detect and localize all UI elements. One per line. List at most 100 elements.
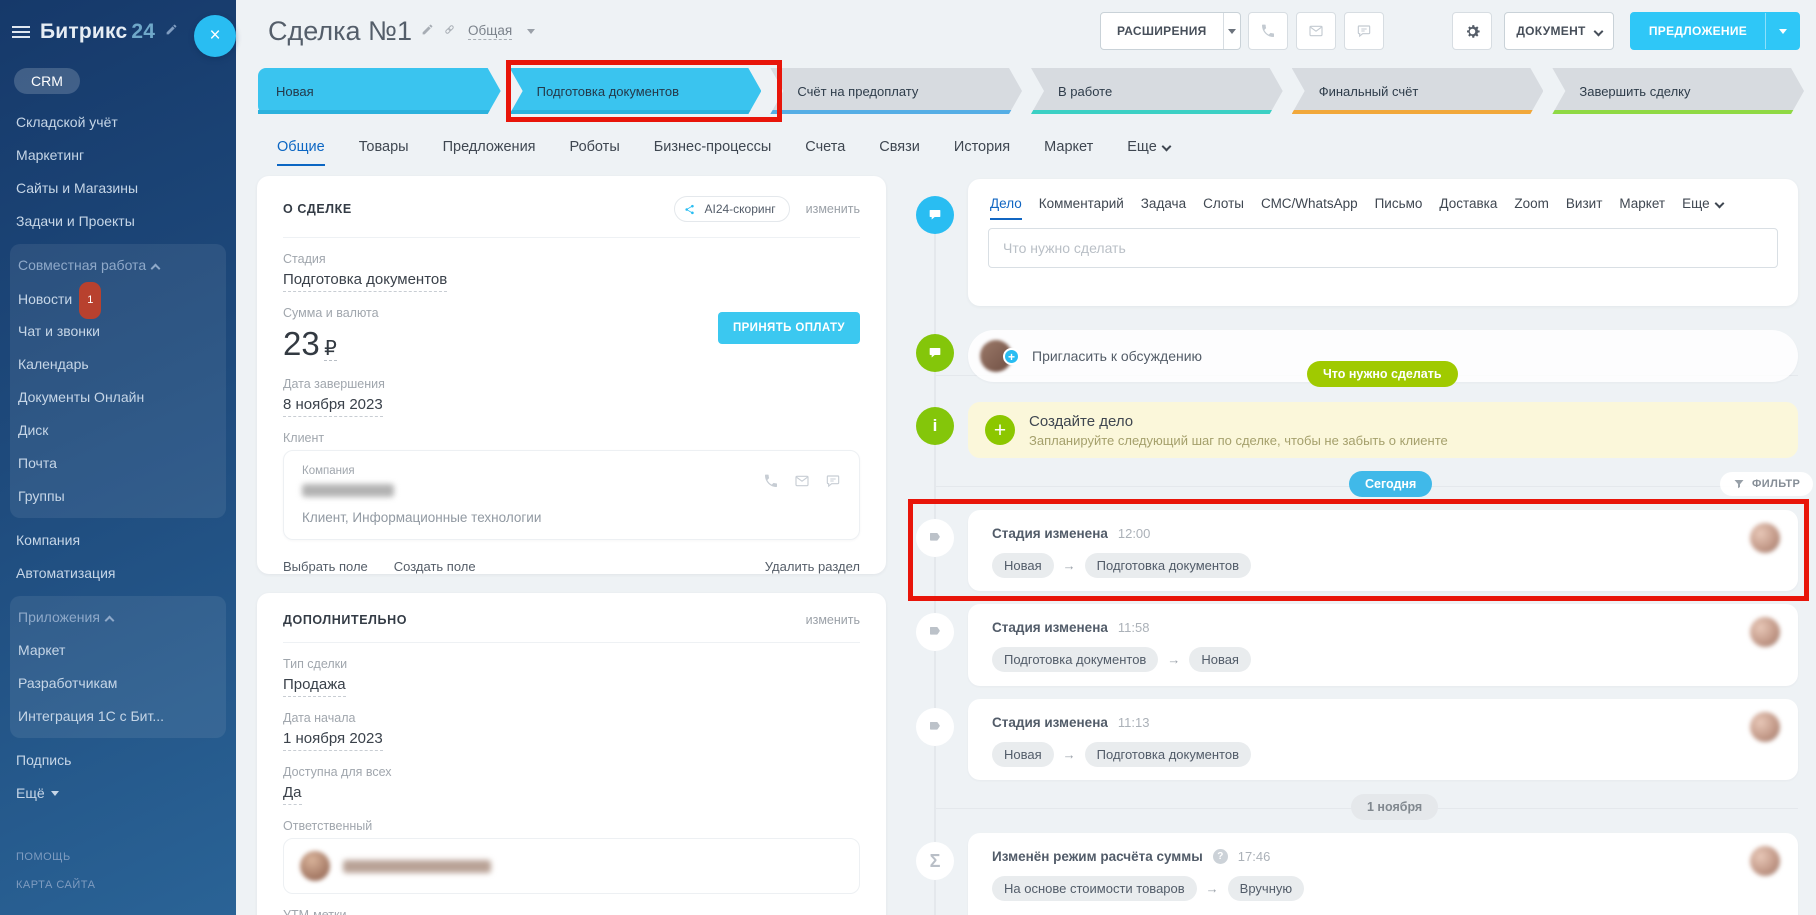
- sidebar-item-calendar[interactable]: Календарь: [10, 348, 226, 381]
- start-date-value[interactable]: 1 ноября 2023: [283, 730, 383, 751]
- timeline-tab-visit[interactable]: Визит: [1566, 196, 1602, 211]
- available-for-all-value[interactable]: Да: [283, 784, 302, 805]
- tab-invoices[interactable]: Счета: [805, 139, 845, 155]
- help-icon[interactable]: ?: [1212, 849, 1228, 864]
- client-call-icon[interactable]: [763, 473, 779, 494]
- sidebar-item-company[interactable]: Компания: [0, 524, 236, 557]
- timeline-tab-letter[interactable]: Письмо: [1375, 196, 1423, 211]
- call-button[interactable]: [1248, 12, 1288, 50]
- settings-button[interactable]: [1452, 12, 1492, 50]
- tab-more[interactable]: Еще: [1127, 139, 1172, 155]
- timeline-tab-delivery[interactable]: Доставка: [1439, 196, 1497, 211]
- timeline-entry[interactable]: Стадия изменена 12:00 Новая → Подготовка…: [968, 510, 1798, 591]
- tab-relations[interactable]: Связи: [879, 139, 920, 155]
- create-field-link[interactable]: Создать поле: [394, 559, 476, 574]
- responsible-card[interactable]: [283, 838, 860, 894]
- timeline-tab-market[interactable]: Маркет: [1619, 196, 1665, 211]
- collapse-sidebar-button[interactable]: ×: [194, 15, 236, 57]
- proposal-dropdown[interactable]: [1765, 13, 1799, 49]
- tab-quotes[interactable]: Предложения: [443, 139, 536, 155]
- extensions-button[interactable]: РАСШИРЕНИЯ: [1100, 12, 1241, 50]
- add-user-icon: +: [1003, 348, 1020, 365]
- timeline-entry[interactable]: Стадия изменена 11:13 Новая → Подготовка…: [968, 699, 1798, 780]
- timeline-entry[interactable]: Стадия изменена 11:58 Подготовка докумен…: [968, 604, 1798, 686]
- sidebar-item-automation[interactable]: Автоматизация: [0, 557, 236, 590]
- tab-general[interactable]: Общие: [277, 139, 325, 166]
- company-name-blurred[interactable]: [302, 484, 394, 497]
- client-chat-icon[interactable]: [825, 473, 841, 494]
- sidebar-item-sites[interactable]: Сайты и Магазины: [0, 172, 236, 205]
- copy-link-icon[interactable]: [443, 23, 456, 41]
- todo-pill[interactable]: Что нужно сделать: [1307, 361, 1458, 387]
- sidebar-item-news[interactable]: Новости 1: [10, 282, 226, 319]
- sidebar-sitemap-link[interactable]: КАРТА САЙТА: [16, 879, 95, 891]
- deal-type-value[interactable]: Продажа: [283, 676, 346, 697]
- edit-additional-link[interactable]: изменить: [806, 613, 860, 627]
- timeline-tab-zoom[interactable]: Zoom: [1514, 196, 1549, 211]
- sidebar-item-docs[interactable]: Документы Онлайн: [10, 381, 226, 414]
- funnel-selector[interactable]: Общая: [468, 23, 513, 40]
- stage-close-deal[interactable]: Завершить сделку: [1552, 68, 1804, 114]
- stage-change-icon: [916, 519, 954, 557]
- sidebar-item-more[interactable]: Ещё: [0, 777, 236, 810]
- sidebar-item-market[interactable]: Маркет: [10, 634, 226, 667]
- sidebar-item-groups[interactable]: Группы: [10, 480, 226, 513]
- timeline-tab-slots[interactable]: Слоты: [1203, 196, 1244, 211]
- sidebar-item-1c-integration[interactable]: Интеграция 1С с Бит...: [10, 700, 226, 733]
- timeline-entry[interactable]: Изменён режим расчёта суммы ? 17:46 На о…: [968, 833, 1798, 915]
- close-date-value[interactable]: 8 ноября 2023: [283, 396, 383, 417]
- timeline-tab-more[interactable]: Еще: [1682, 196, 1725, 211]
- timeline-tab-activity[interactable]: Дело: [990, 196, 1022, 220]
- client-description: Клиент, Информационные технологии: [302, 510, 542, 525]
- sidebar-item-sign[interactable]: Подпись: [0, 744, 236, 777]
- sidebar-item-developers[interactable]: Разработчикам: [10, 667, 226, 700]
- accept-payment-button[interactable]: ПРИНЯТЬ ОПЛАТУ: [717, 311, 860, 344]
- sidebar-item-crm[interactable]: CRM: [14, 68, 80, 94]
- sidebar-item-warehouse[interactable]: Складской учёт: [0, 106, 236, 139]
- remove-section-link[interactable]: Удалить раздел: [765, 559, 860, 574]
- client-mail-icon[interactable]: [794, 473, 810, 494]
- entry-title: Стадия изменена: [992, 620, 1108, 635]
- stage-field-value[interactable]: Подготовка документов: [283, 271, 448, 292]
- sidebar-item-drive[interactable]: Диск: [10, 414, 226, 447]
- sidebar-help-link[interactable]: ПОМОЩЬ: [16, 851, 95, 863]
- sidebar-group-apps-header[interactable]: Приложения: [10, 601, 226, 634]
- sidebar-item-marketing[interactable]: Маркетинг: [0, 139, 236, 172]
- tab-history[interactable]: История: [954, 139, 1010, 155]
- edit-title-icon[interactable]: [421, 23, 434, 41]
- stage-document-preparation[interactable]: Подготовка документов: [510, 68, 762, 114]
- select-field-link[interactable]: Выбрать поле: [283, 559, 368, 574]
- stage-final-invoice[interactable]: Финальный счёт: [1292, 68, 1544, 114]
- tab-market[interactable]: Маркет: [1044, 139, 1093, 155]
- available-for-all-label: Доступна для всех: [283, 765, 392, 779]
- timeline-tab-comment[interactable]: Комментарий: [1039, 196, 1124, 211]
- stage-in-progress[interactable]: В работе: [1031, 68, 1283, 114]
- currency-symbol[interactable]: ₽: [324, 338, 337, 361]
- add-activity-button[interactable]: +: [985, 415, 1015, 445]
- stage-new[interactable]: Новая: [258, 68, 501, 114]
- email-button[interactable]: [1296, 12, 1336, 50]
- chat-button[interactable]: [1344, 12, 1384, 50]
- todo-input[interactable]: [988, 228, 1778, 268]
- timeline-tab-task[interactable]: Задача: [1141, 196, 1186, 211]
- sidebar-item-mail[interactable]: Почта: [10, 447, 226, 480]
- amount-field-value[interactable]: 23 ₽: [283, 325, 337, 362]
- ai-scoring-badge[interactable]: AI24-скоринг: [674, 196, 790, 222]
- tab-products[interactable]: Товары: [359, 139, 409, 155]
- tab-business-processes[interactable]: Бизнес-процессы: [654, 139, 772, 155]
- sidebar-item-tasks[interactable]: Задачи и Проекты: [0, 205, 236, 238]
- proposal-button[interactable]: ПРЕДЛОЖЕНИЕ: [1630, 12, 1800, 50]
- filter-button[interactable]: ФИЛЬТР: [1720, 472, 1814, 496]
- hamburger-menu-icon[interactable]: [12, 31, 30, 33]
- sidebar-item-chat[interactable]: Чат и звонки: [10, 315, 226, 348]
- tab-robots[interactable]: Роботы: [570, 139, 620, 155]
- extensions-dropdown[interactable]: [1222, 13, 1240, 49]
- edit-logo-icon[interactable]: [165, 23, 178, 41]
- timeline-tab-sms[interactable]: СМС/WhatsApp: [1261, 196, 1358, 211]
- chevron-down-icon: [527, 29, 536, 34]
- stage-prepayment-invoice[interactable]: Счёт на предоплату: [770, 68, 1022, 114]
- timeline-tabs: Дело Комментарий Задача Слоты СМС/WhatsA…: [968, 179, 1798, 220]
- sidebar-group-collaboration-header[interactable]: Совместная работа: [10, 249, 226, 282]
- edit-about-link[interactable]: изменить: [806, 202, 860, 216]
- document-button[interactable]: ДОКУМЕНТ: [1504, 12, 1614, 50]
